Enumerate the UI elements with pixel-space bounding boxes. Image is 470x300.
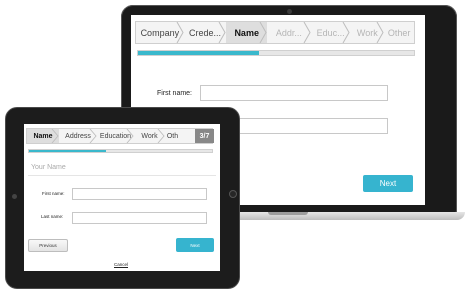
tablet-step-label: Oth: [166, 132, 179, 140]
tablet-first-name-input[interactable]: [72, 188, 207, 200]
chevron-right-icon: [157, 129, 165, 143]
tablet-step-counter: 3/7: [195, 129, 214, 143]
laptop-step-6[interactable]: Other: [384, 22, 414, 43]
laptop-first-name-input[interactable]: [200, 85, 388, 101]
laptop-next-button[interactable]: Next: [363, 175, 413, 192]
tablet-step-label: Address: [65, 132, 91, 140]
laptop-step-label: Company: [140, 27, 180, 38]
tablet-step-label: Name: [33, 132, 53, 140]
laptop-progress-fill: [138, 51, 260, 55]
laptop-step-2[interactable]: Name: [226, 22, 268, 43]
laptop-notch: [268, 212, 308, 215]
laptop-step-1[interactable]: Crede...: [184, 22, 227, 43]
chevron-right-icon: [218, 22, 226, 43]
chevron-right-icon: [303, 22, 311, 43]
tablet-section-title: Your Name: [31, 164, 66, 171]
tablet-next-button[interactable]: Next: [176, 238, 214, 252]
tablet-cancel-link[interactable]: Cancel: [114, 262, 128, 267]
chevron-right-icon: [176, 22, 184, 43]
chevron-right-icon: [51, 129, 59, 143]
tablet-progress-bar: [28, 149, 213, 153]
laptop-step-3[interactable]: Addr...: [267, 22, 311, 43]
tablet-step-label: Work: [141, 132, 158, 140]
tablet-step-1[interactable]: Address: [59, 129, 97, 143]
tablet-last-name-input[interactable]: [72, 212, 207, 224]
laptop-step-wizard: Company Crede... Name Addr... Educ... Work Oth…: [135, 21, 415, 44]
chevron-right-icon: [259, 22, 267, 43]
laptop-progress-bar: [137, 50, 415, 56]
tablet-step-wizard: Name Address Education Work Oth: [26, 128, 213, 144]
tablet-step-4[interactable]: Oth: [165, 129, 180, 143]
tablet-camera-icon: [12, 194, 17, 199]
tablet-step-3[interactable]: Work: [134, 129, 165, 143]
laptop-step-label: Other: [387, 27, 411, 38]
laptop-step-label: Educ...: [316, 27, 345, 38]
laptop-step-4[interactable]: Educ...: [311, 22, 351, 43]
laptop-step-label: Work: [356, 27, 378, 38]
laptop-step-label: Crede...: [188, 27, 221, 38]
chevron-right-icon: [343, 22, 351, 43]
tablet-last-name-label: Last name:: [41, 214, 64, 219]
tablet-first-name-label: First name:: [42, 191, 65, 196]
laptop-step-label: Addr...: [275, 27, 302, 38]
tablet-home-button-icon: [229, 190, 237, 198]
tablet-divider: [28, 175, 216, 176]
tablet-previous-button[interactable]: Previous: [28, 239, 68, 252]
chevron-right-icon: [126, 129, 134, 143]
laptop-camera-icon: [287, 9, 292, 14]
chevron-right-icon: [376, 22, 384, 43]
laptop-step-label: Name: [234, 27, 259, 38]
laptop-step-0[interactable]: Company: [136, 22, 184, 43]
tablet-step-0[interactable]: Name: [27, 129, 59, 143]
chevron-right-icon: [89, 129, 97, 143]
laptop-first-name-label: First name:: [157, 90, 193, 97]
laptop-step-5[interactable]: Work: [350, 22, 384, 43]
tablet-progress-fill: [29, 150, 106, 152]
tablet-step-2[interactable]: Education: [97, 129, 134, 143]
